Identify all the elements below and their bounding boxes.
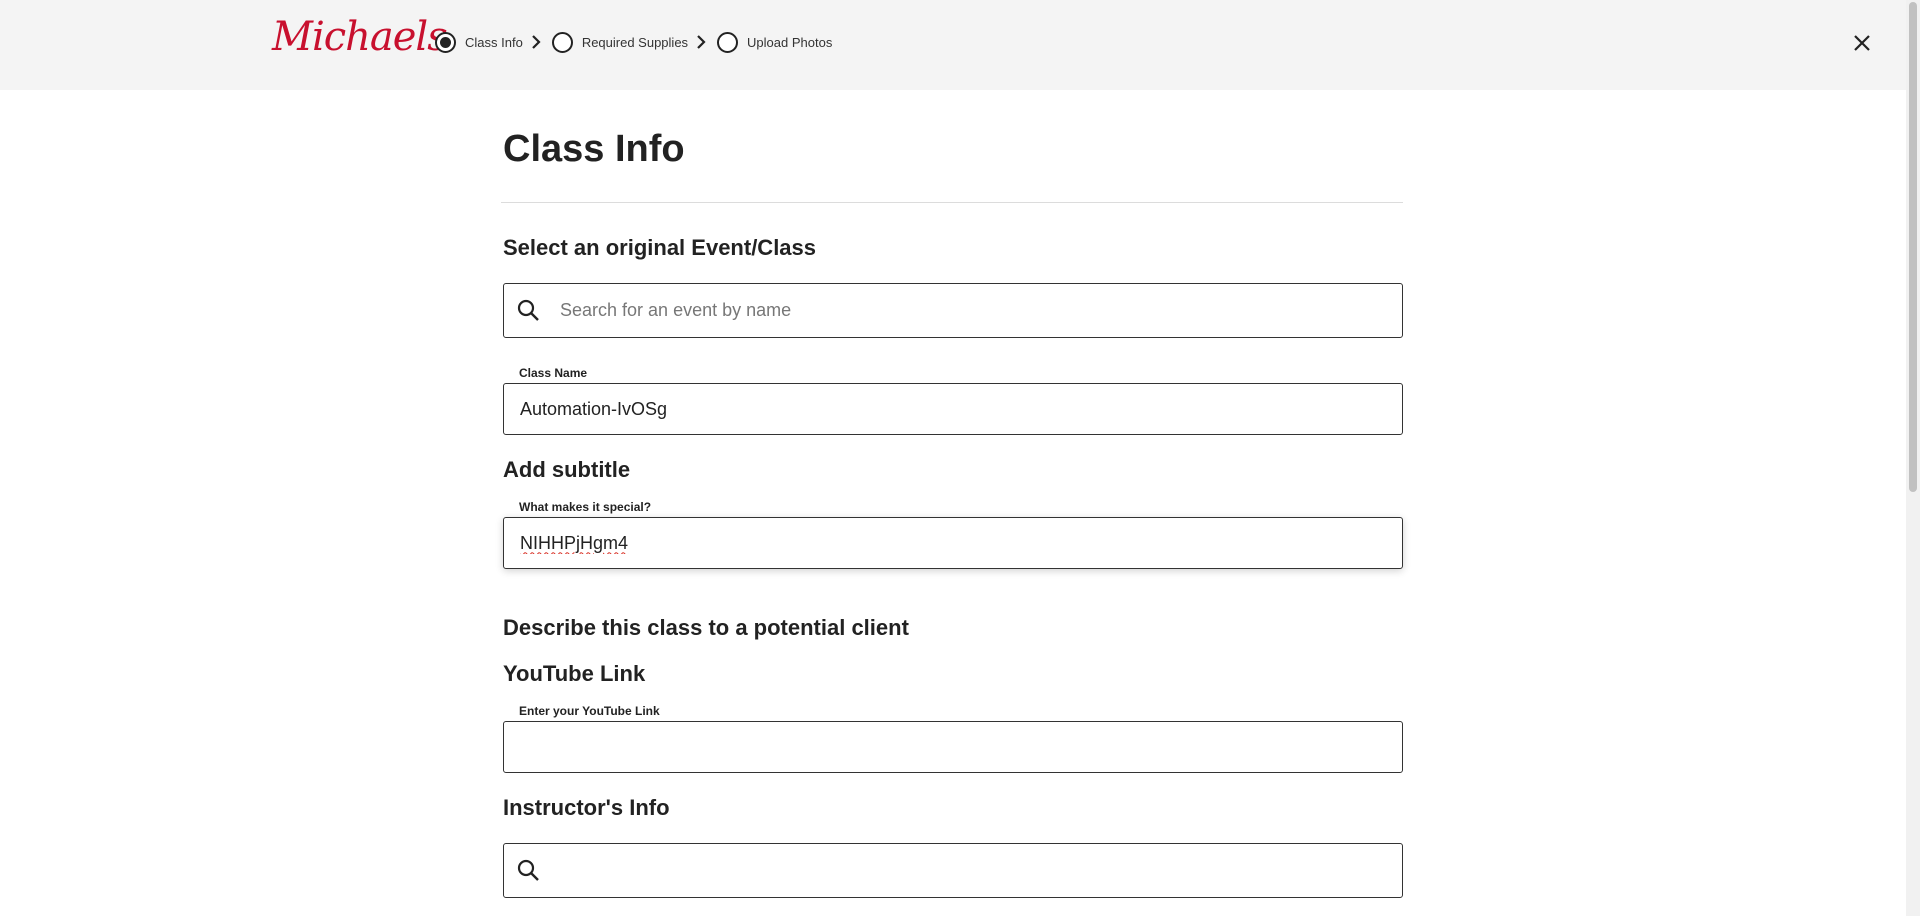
search-icon [517,859,539,881]
divider [501,202,1403,203]
class-name-label: Class Name [519,366,588,380]
step-label: Class Info [465,34,523,50]
add-subtitle-heading: Add subtitle [503,457,631,482]
instructor-search-field [503,843,1403,898]
describe-heading: Describe this class to a potential clien… [503,615,909,640]
youtube-label: Enter your YouTube Link [519,704,660,718]
page-title: Class Info [503,128,685,170]
subtitle-input[interactable] [504,518,1402,568]
michaels-logo[interactable]: Michaels [272,14,448,60]
step-radio-active [435,31,456,53]
search-icon [517,299,539,321]
subtitle-field [503,517,1403,569]
chevron-right-icon [697,35,706,49]
scrollbar[interactable] [1906,0,1920,916]
step-required-supplies[interactable]: Required Supplies [551,31,689,53]
step-label: Upload Photos [747,34,833,50]
step-class-info[interactable]: Class Info [435,31,523,53]
step-label: Required Supplies [581,34,689,50]
top-bar: Michaels Class Info Required Supplies Up… [0,0,1906,90]
step-radio [717,31,739,53]
youtube-heading: YouTube Link [503,661,646,686]
scrollbar-thumb[interactable] [1909,2,1917,492]
event-search-field [503,283,1403,338]
step-radio [551,31,573,53]
class-name-input[interactable] [504,384,1402,434]
class-name-field [503,383,1403,435]
select-event-heading: Select an original Event/Class [503,235,817,260]
event-search-input[interactable] [504,284,1402,337]
youtube-input[interactable] [504,722,1402,772]
instructor-search-input[interactable] [504,844,1402,897]
instructor-heading: Instructor's Info [503,795,670,820]
youtube-field [503,721,1403,773]
subtitle-label: What makes it special? [519,500,652,514]
chevron-right-icon [532,35,541,49]
step-upload-photos[interactable]: Upload Photos [717,31,833,53]
close-icon[interactable] [1852,33,1872,53]
progress-stepper: Class Info Required Supplies Upload Phot… [435,31,832,53]
